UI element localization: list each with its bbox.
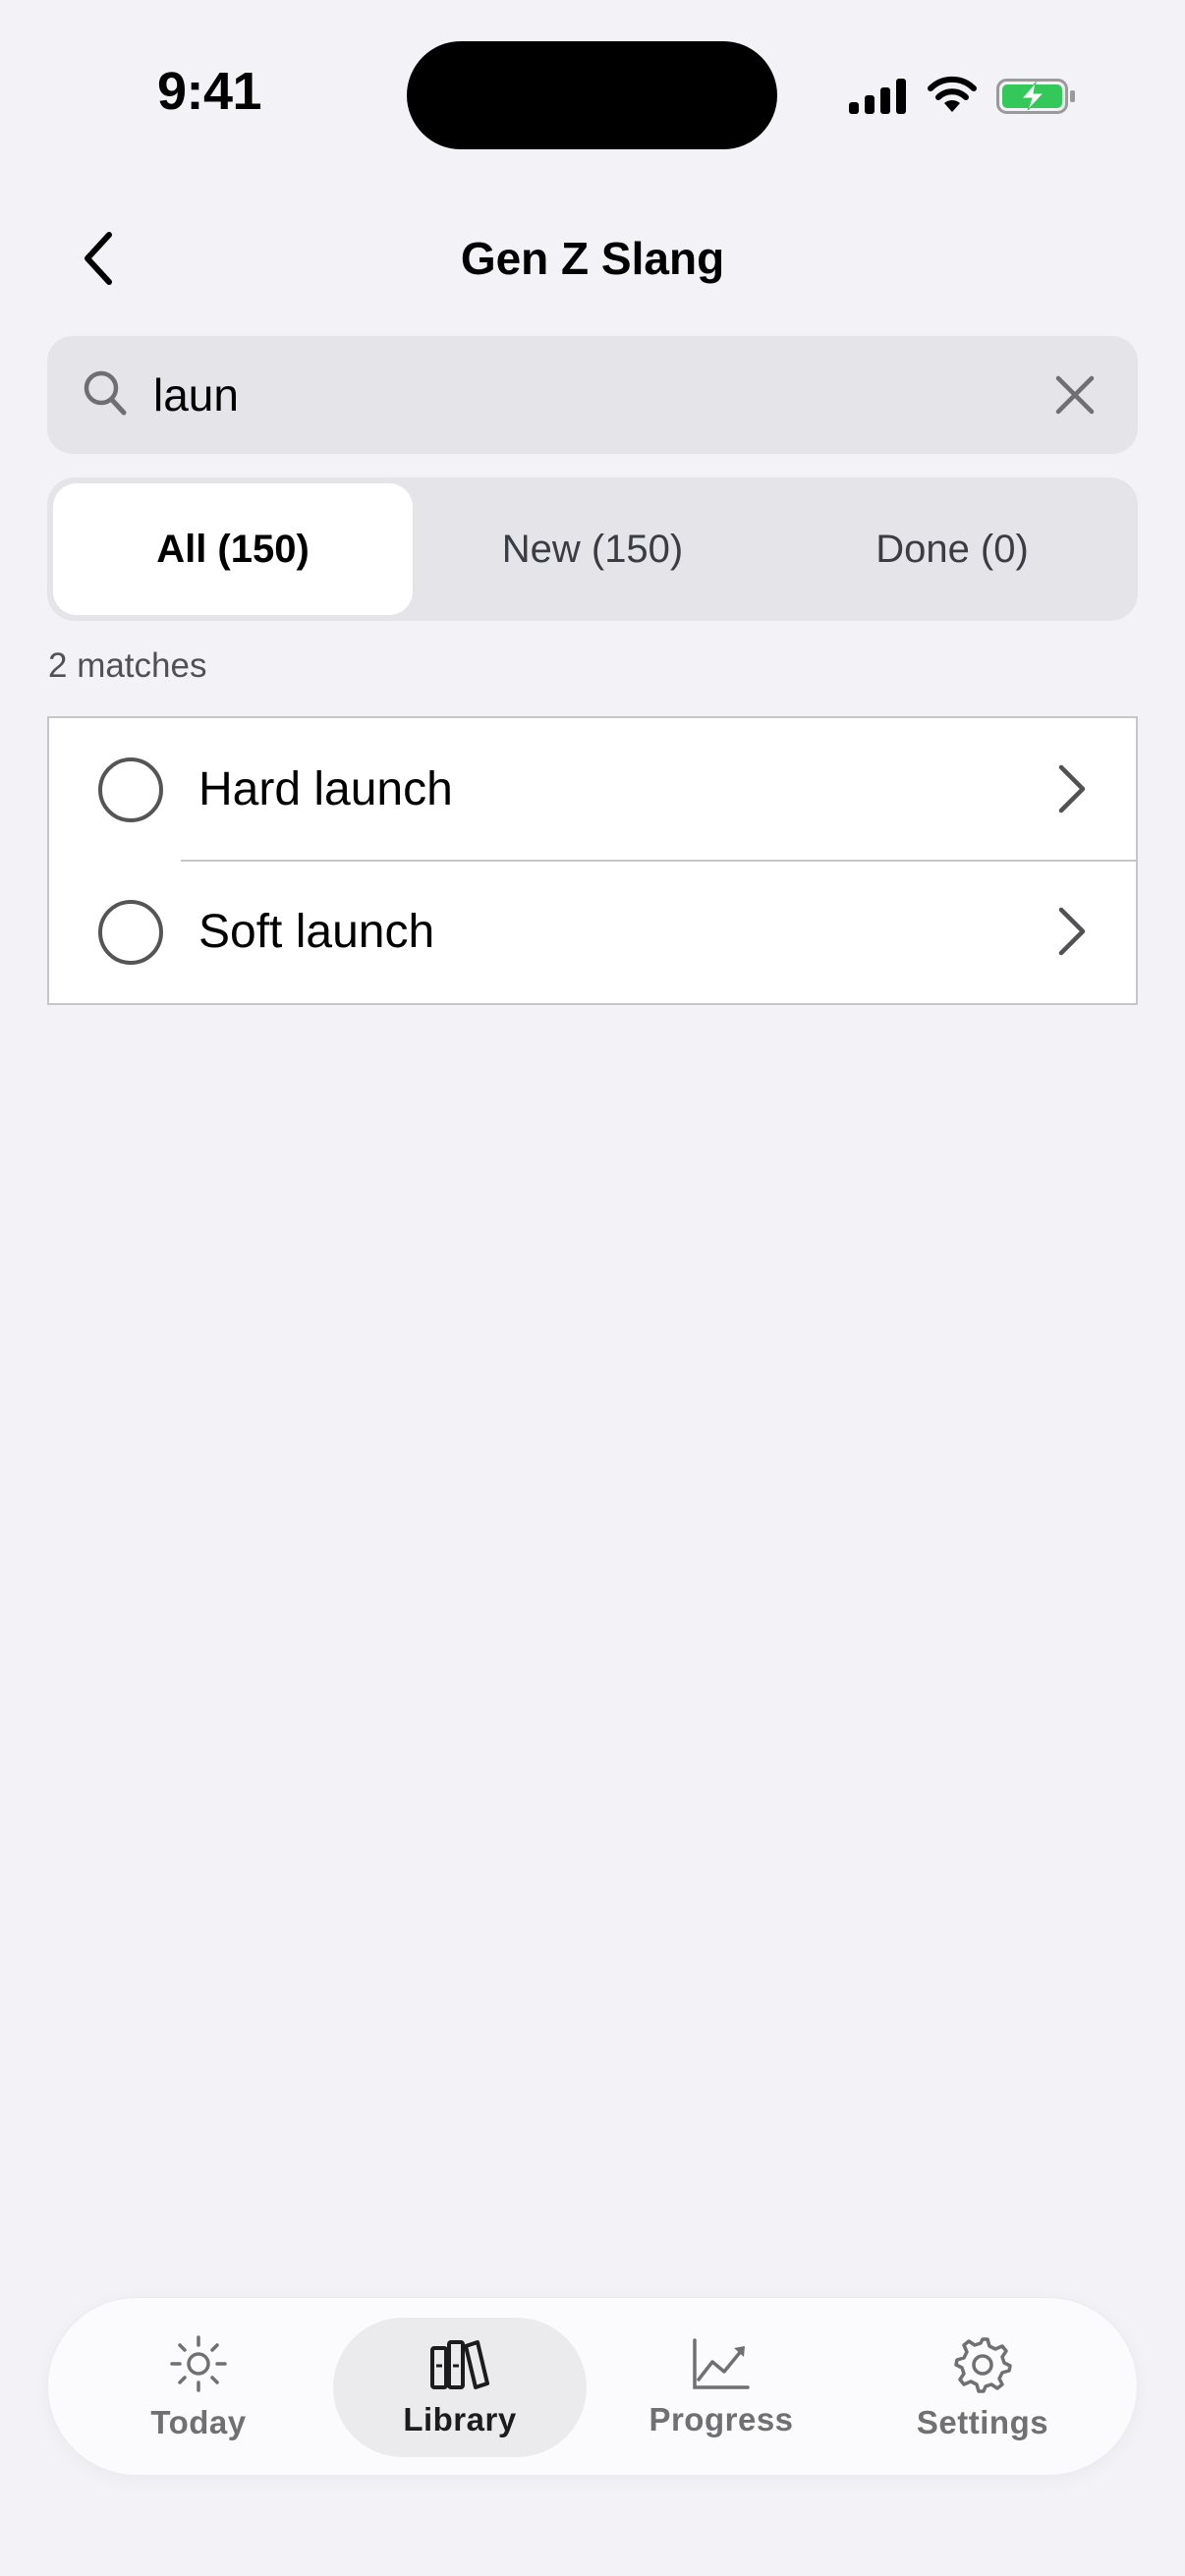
search-input[interactable] — [153, 356, 1038, 434]
tab-library[interactable]: Library — [333, 2318, 587, 2457]
status-time: 9:41 — [157, 62, 262, 121]
chevron-right-icon — [1058, 907, 1086, 956]
segment-done[interactable]: Done (0) — [772, 483, 1132, 615]
battery-charging-icon — [996, 79, 1075, 114]
tab-progress-label: Progress — [649, 2401, 794, 2437]
dynamic-island — [407, 41, 777, 149]
completion-circle-icon[interactable] — [98, 757, 163, 822]
chart-line-icon — [693, 2338, 750, 2389]
match-count: 2 matches — [48, 646, 207, 685]
wifi-icon — [928, 76, 977, 112]
segment-new[interactable]: New (150) — [413, 483, 772, 615]
completion-circle-icon[interactable] — [98, 900, 163, 965]
app-screen: 9:41 Gen Z Slang laun All (150) New (150… — [0, 0, 1185, 2576]
tab-today[interactable]: Today — [72, 2318, 325, 2457]
list-item-label: Soft launch — [198, 906, 435, 958]
list-item[interactable]: Soft launch — [49, 860, 1136, 1003]
filter-segmented-control: All (150) New (150) Done (0) — [47, 477, 1138, 621]
sun-icon — [170, 2335, 227, 2392]
gear-icon — [954, 2337, 1012, 2393]
tab-settings-label: Settings — [916, 2404, 1049, 2440]
list-item-label: Hard launch — [198, 763, 453, 815]
tab-bar: Today Library Progress Settings — [47, 2297, 1138, 2476]
search-bar — [47, 336, 1138, 454]
tab-today-label: Today — [150, 2404, 247, 2440]
tab-progress[interactable]: Progress — [594, 2318, 848, 2457]
tab-settings[interactable]: Settings — [856, 2318, 1109, 2457]
books-icon — [430, 2340, 489, 2389]
signal-icon — [849, 79, 906, 114]
segment-all[interactable]: All (150) — [53, 483, 413, 615]
clear-search-button[interactable] — [1044, 364, 1106, 426]
results-list: Hard launch Soft launch — [47, 716, 1138, 1005]
tab-library-label: Library — [403, 2401, 517, 2437]
close-icon — [1055, 375, 1095, 415]
search-icon — [84, 370, 127, 416]
chevron-right-icon — [1058, 764, 1086, 813]
list-item[interactable]: Hard launch — [49, 718, 1136, 861]
page-title: Gen Z Slang — [460, 233, 725, 284]
